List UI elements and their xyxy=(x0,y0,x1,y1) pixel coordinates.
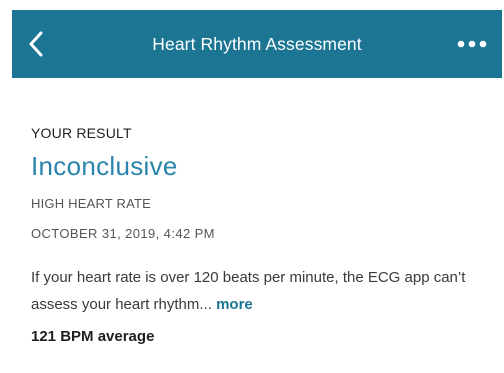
result-section: YOUR RESULT Inconclusive HIGH HEART RATE… xyxy=(31,124,491,346)
result-description: If your heart rate is over 120 beats per… xyxy=(31,264,481,318)
app-header: Heart Rhythm Assessment xyxy=(12,10,502,78)
more-options-button[interactable] xyxy=(452,29,492,59)
result-value: Inconclusive xyxy=(31,151,178,181)
more-link[interactable]: more xyxy=(216,296,253,313)
bpm-average: 121 BPM average xyxy=(31,328,155,345)
heart-rhythm-screen: Heart Rhythm Assessment YOUR RESULT Inco… xyxy=(0,0,504,373)
back-button[interactable] xyxy=(20,24,52,64)
ellipsis-icon xyxy=(457,35,487,53)
chevron-left-icon xyxy=(28,31,44,57)
result-heading: YOUR RESULT xyxy=(31,125,132,141)
result-category: HIGH HEART RATE xyxy=(31,196,152,211)
result-datetime: OCTOBER 31, 2019, 4:42 PM xyxy=(31,226,215,241)
page-title: Heart Rhythm Assessment xyxy=(152,33,362,54)
